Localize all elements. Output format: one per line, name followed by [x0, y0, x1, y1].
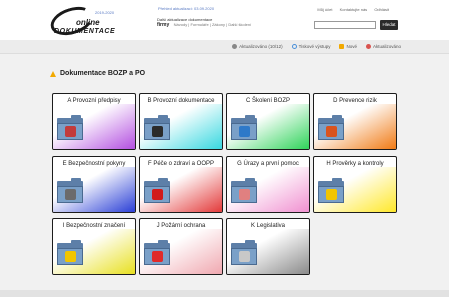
folder-icon: [231, 114, 257, 140]
folder-icon: [318, 114, 344, 140]
category-tile[interactable]: J Požární ochrana: [139, 218, 223, 275]
folder-icon: [57, 239, 83, 265]
category-tile[interactable]: H Prověrky a kontroly: [313, 156, 397, 213]
folder-emblem-icon: [152, 251, 163, 262]
tile-label: I Bezpečnostní značení: [62, 223, 126, 229]
update-icon: [365, 44, 371, 49]
tile-label: D Prevence rizik: [333, 98, 377, 104]
eye-icon: [232, 44, 238, 49]
logo[interactable]: 2019-2020 online DOKUMENTACE: [47, 1, 135, 41]
toolbar: Aktualizováno (10/12) Tiskové výstupy No…: [0, 40, 449, 54]
logo-year: 2019-2020: [95, 10, 115, 15]
logo-online-text: online: [76, 18, 100, 27]
category-tile[interactable]: A Provozní předpisy: [52, 93, 136, 150]
logout-link[interactable]: Odhlásit: [374, 7, 389, 12]
folder-emblem-icon: [65, 126, 76, 137]
category-tile[interactable]: E Bezpečnostní pokyny: [52, 156, 136, 213]
star-icon: [339, 44, 345, 49]
my-account-link[interactable]: Můj účet: [317, 7, 332, 12]
tile-label: B Provozní dokumentace: [147, 98, 215, 104]
category-tile[interactable]: C Školení BOZP: [226, 93, 310, 150]
logo-dokumentace-text: DOKUMENTACE: [54, 28, 116, 35]
toolbar-print-label: Tiskové výstupy: [298, 44, 331, 49]
folder-icon: [144, 177, 170, 203]
toolbar-items: Aktualizováno (10/12) Tiskové výstupy No…: [232, 44, 401, 49]
section-title: Dokumentace BOZP a PO: [50, 70, 145, 77]
category-tile[interactable]: F Péče o zdraví a OOPP: [139, 156, 223, 213]
updates-link[interactable]: Přehled aktualizací: 03.09.2020: [158, 6, 214, 11]
tile-label: J Požární ochrana: [156, 223, 206, 229]
category-tile[interactable]: K Legislativa: [226, 218, 310, 275]
tile-label: A Provozní předpisy: [67, 98, 121, 104]
folder-icon: [231, 239, 257, 265]
tile-label: H Prověrky a kontroly: [326, 161, 384, 167]
search-input[interactable]: [314, 21, 376, 29]
section-title-text: Dokumentace BOZP a PO: [60, 70, 146, 77]
header: 2019-2020 online DOKUMENTACE Přehled akt…: [0, 0, 449, 41]
folder-icon: [144, 114, 170, 140]
folder-emblem-icon: [152, 126, 163, 137]
category-tile[interactable]: I Bezpečnostní značení: [52, 218, 136, 275]
folder-emblem-icon: [326, 189, 337, 200]
folder-emblem-icon: [65, 189, 76, 200]
folder-icon: [57, 114, 83, 140]
folder-emblem-icon: [152, 189, 163, 200]
toolbar-updated[interactable]: Aktualizováno (10/12): [232, 44, 283, 49]
toolbar-update[interactable]: Aktualizováno: [365, 44, 401, 49]
folder-emblem-icon: [326, 126, 337, 137]
folder-icon: [318, 177, 344, 203]
folder-emblem-icon: [65, 251, 76, 262]
footer-bar: [0, 290, 449, 297]
firm-sub-links[interactable]: Návody | Formuláře | Zákony | Další škol…: [174, 22, 252, 27]
firm-row: firmy Návody | Formuláře | Zákony | Dalš…: [157, 22, 287, 28]
firm-label: firmy: [157, 22, 170, 28]
toolbar-updated-label: Aktualizováno (10/12): [239, 44, 283, 49]
toolbar-new[interactable]: Nové: [339, 44, 357, 49]
category-tile[interactable]: G Úrazy a první pomoc: [226, 156, 310, 213]
search-button[interactable]: Hledat: [380, 20, 398, 30]
folder-icon: [144, 239, 170, 265]
toolbar-print[interactable]: Tiskové výstupy: [291, 44, 331, 49]
contact-link[interactable]: Kontaktujte nás: [340, 7, 368, 12]
tile-label: F Péče o zdraví a OOPP: [147, 161, 215, 167]
toolbar-new-label: Nové: [346, 44, 357, 49]
tile-label: G Úrazy a první pomoc: [237, 161, 299, 167]
toolbar-update-label: Aktualizováno: [372, 44, 401, 49]
tile-label: K Legislativa: [250, 223, 286, 229]
user-links: Můj účet Kontaktujte nás Odhlásit: [311, 7, 389, 12]
folder-icon: [231, 177, 257, 203]
warning-icon: [50, 70, 56, 77]
folder-emblem-icon: [239, 251, 250, 262]
folder-icon: [57, 177, 83, 203]
folder-emblem-icon: [239, 126, 250, 137]
updates-box: Další aktualizace dokumentace firmy Návo…: [157, 17, 287, 28]
category-tile[interactable]: B Provozní dokumentace: [139, 93, 223, 150]
folder-emblem-icon: [239, 189, 250, 200]
refresh-icon: [291, 44, 297, 49]
category-tile[interactable]: D Prevence rizik: [313, 93, 397, 150]
tile-label: E Bezpečnostní pokyny: [62, 161, 126, 167]
tile-label: C Školení BOZP: [245, 98, 290, 104]
